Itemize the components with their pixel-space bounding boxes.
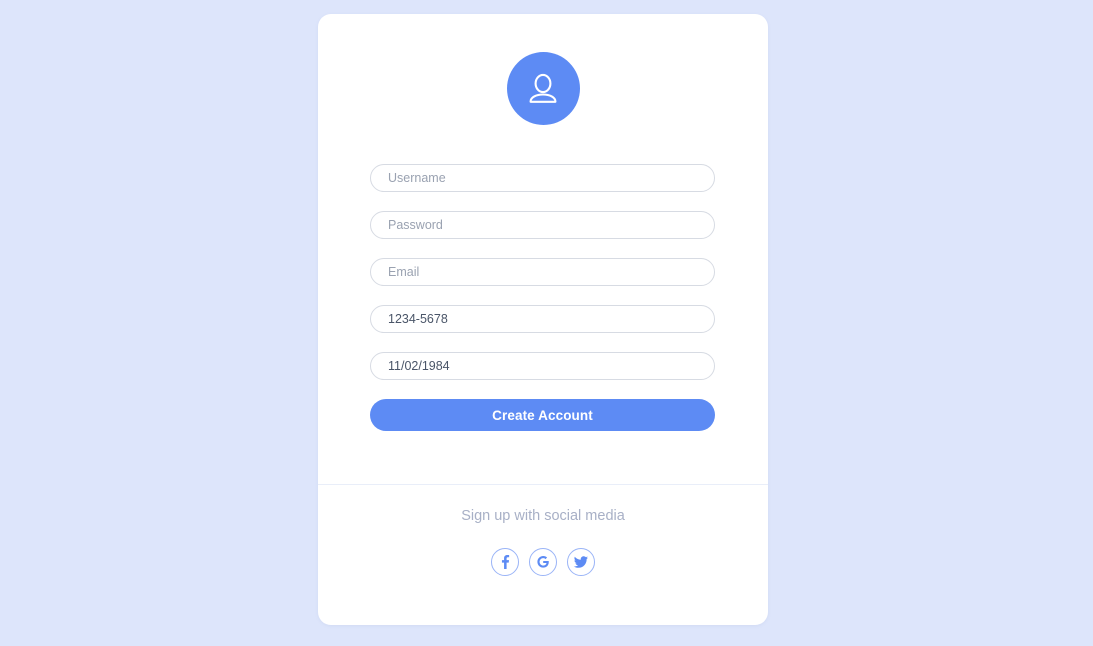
- avatar-container: [318, 52, 768, 125]
- phone-input[interactable]: [370, 305, 715, 333]
- email-input[interactable]: [370, 258, 715, 286]
- social-button-row: [318, 548, 768, 576]
- password-input[interactable]: [370, 211, 715, 239]
- social-signup-label: Sign up with social media: [461, 508, 625, 524]
- signup-page: Create Account Sign up with social media: [0, 0, 1093, 646]
- twitter-icon: [573, 554, 589, 570]
- twitter-button[interactable]: [567, 548, 595, 576]
- username-input[interactable]: [370, 164, 715, 192]
- facebook-icon: [497, 554, 513, 570]
- social-signup-section: Sign up with social media: [318, 506, 768, 576]
- google-icon: [535, 554, 551, 570]
- user-avatar-icon: [524, 70, 562, 108]
- create-account-button[interactable]: Create Account: [370, 399, 715, 431]
- signup-card: Create Account Sign up with social media: [318, 14, 768, 625]
- avatar: [506, 52, 580, 125]
- section-divider: [318, 484, 768, 485]
- signup-form: Create Account: [370, 164, 715, 431]
- google-button[interactable]: [529, 548, 557, 576]
- birthdate-input[interactable]: [370, 352, 715, 380]
- facebook-button[interactable]: [491, 548, 519, 576]
